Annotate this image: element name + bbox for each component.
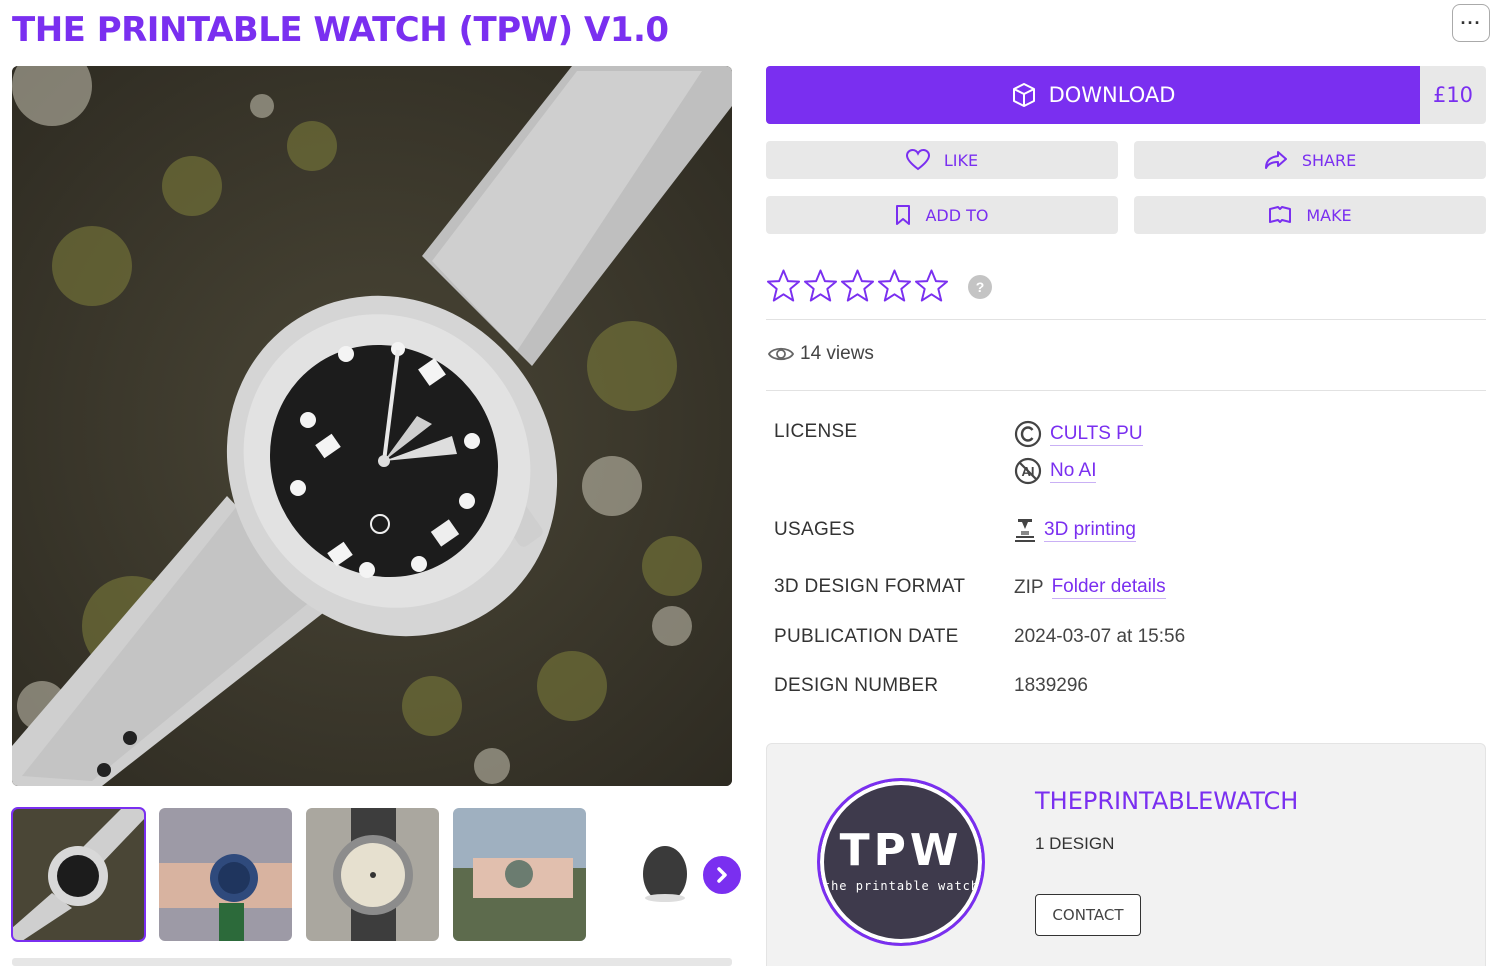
download-label: DOWNLOAD xyxy=(1048,83,1176,107)
author-name-link[interactable]: THEPRINTABLEWATCH xyxy=(1035,787,1298,815)
bookmark-icon xyxy=(896,205,911,225)
open-book-icon xyxy=(1269,206,1292,223)
star-rating[interactable] xyxy=(766,268,949,304)
divider xyxy=(766,390,1486,391)
star-icon[interactable] xyxy=(914,268,949,304)
page-title: THE PRINTABLE WATCH (TPW) V1.0 xyxy=(12,10,669,50)
thumbnail-2[interactable] xyxy=(159,808,292,941)
publication-date-label: PUBLICATION DATE xyxy=(774,626,959,647)
share-label: SHARE xyxy=(1301,150,1357,170)
make-label: MAKE xyxy=(1306,205,1352,225)
author-design-count: 1 DESIGN xyxy=(1035,834,1115,853)
star-icon[interactable] xyxy=(877,268,912,304)
like-label: LIKE xyxy=(943,150,979,170)
ellipsis-icon: ··· xyxy=(1460,12,1482,33)
thumbnail-1[interactable] xyxy=(11,807,146,942)
usage-3d-printing-link[interactable]: 3D printing xyxy=(1044,519,1136,542)
share-arrow-icon xyxy=(1264,151,1287,169)
thumbnail-strip xyxy=(11,807,744,942)
ai-license-value: AI No AI xyxy=(1014,457,1097,485)
copyright-icon xyxy=(1014,420,1042,448)
download-button[interactable]: DOWNLOAD xyxy=(766,66,1420,124)
author-card: TPW the printable watch THEPRINTABLEWATC… xyxy=(766,743,1486,966)
star-icon[interactable] xyxy=(840,268,875,304)
price-badge[interactable]: £10 xyxy=(1420,66,1486,124)
folder-details-link[interactable]: Folder details xyxy=(1051,576,1166,599)
make-button[interactable]: MAKE xyxy=(1134,196,1486,234)
like-button[interactable]: LIKE xyxy=(766,141,1118,179)
3d-printer-icon xyxy=(1015,519,1035,542)
thumbnail-3[interactable] xyxy=(306,808,439,941)
heart-icon xyxy=(905,149,930,171)
design-number-value: 1839296 xyxy=(1014,675,1088,696)
more-options-button[interactable]: ··· xyxy=(1452,4,1490,42)
views-count: 14 views xyxy=(768,343,874,365)
license-label: LICENSE xyxy=(774,421,858,442)
main-product-image[interactable] xyxy=(12,66,732,786)
no-ai-link[interactable]: No AI xyxy=(1050,460,1097,483)
add-to-label: ADD TO xyxy=(925,205,989,225)
usages-value: 3D printing xyxy=(1014,517,1136,543)
rating-help-icon[interactable]: ? xyxy=(968,275,992,299)
format-type: ZIP xyxy=(1014,576,1044,598)
share-button[interactable]: SHARE xyxy=(1134,141,1486,179)
no-ai-icon: AI xyxy=(1014,457,1042,485)
format-value: ZIP Folder details xyxy=(1014,576,1166,599)
star-icon[interactable] xyxy=(803,268,838,304)
avatar-logo-text: TPW xyxy=(839,825,963,877)
add-to-button[interactable]: ADD TO xyxy=(766,196,1118,234)
design-number-label: DESIGN NUMBER xyxy=(774,675,939,696)
star-icon[interactable] xyxy=(766,268,801,304)
publication-date-value: 2024-03-07 at 15:56 xyxy=(1014,626,1186,647)
format-label: 3D DESIGN FORMAT xyxy=(774,576,966,597)
thumbnail-scrollbar[interactable] xyxy=(12,958,732,966)
contact-button[interactable]: CONTACT xyxy=(1035,894,1141,936)
views-text: 14 views xyxy=(800,343,874,364)
eye-icon xyxy=(768,347,794,361)
box-icon xyxy=(1012,83,1035,107)
divider xyxy=(766,319,1486,320)
avatar-logo-subtitle: the printable watch xyxy=(822,879,980,894)
author-avatar[interactable]: TPW the printable watch xyxy=(817,778,985,946)
license-link[interactable]: CULTS PU xyxy=(1050,423,1143,446)
next-image-button[interactable] xyxy=(700,853,744,897)
license-value: CULTS PU xyxy=(1014,420,1143,448)
chevron-right-icon xyxy=(717,867,727,883)
usages-label: USAGES xyxy=(774,519,855,540)
thumbnail-4[interactable] xyxy=(453,808,586,941)
